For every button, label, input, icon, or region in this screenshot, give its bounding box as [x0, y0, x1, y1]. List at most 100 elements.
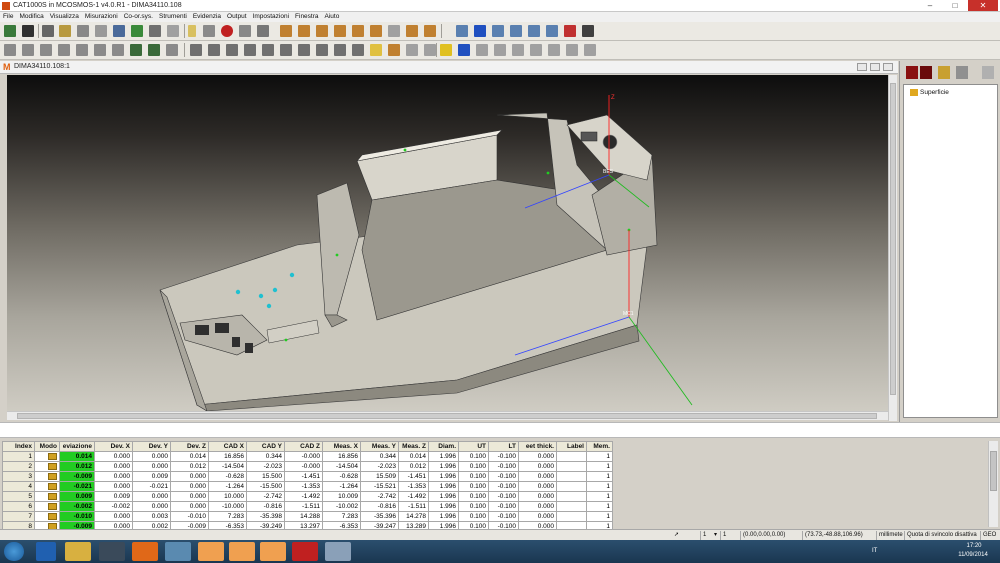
construct-icon[interactable]	[406, 44, 418, 56]
axis-icon[interactable]	[334, 25, 346, 37]
col-deviazione[interactable]: eviazione	[59, 441, 95, 452]
axis-icon[interactable]	[424, 25, 436, 37]
record-icon[interactable]	[906, 66, 918, 79]
rotate-icon[interactable]	[492, 25, 504, 37]
col-modo[interactable]: Modo	[34, 441, 60, 452]
help-icon[interactable]	[59, 25, 71, 37]
col-dev-z[interactable]: Dev. Z	[170, 441, 209, 452]
col-lt[interactable]: LT	[488, 441, 519, 452]
construct-icon[interactable]	[352, 44, 364, 56]
col-cad-y[interactable]: CAD Y	[246, 441, 285, 452]
point-icon[interactable]	[188, 25, 196, 37]
tolerance-icon[interactable]	[584, 44, 596, 56]
axis-icon[interactable]	[406, 25, 418, 37]
element-icon[interactable]	[76, 44, 88, 56]
table-row[interactable]: 5 0.009 0.009 0.000 0.000 10.000 -2.742 -1.492 1…	[2, 491, 613, 502]
hand-icon[interactable]	[938, 66, 950, 79]
machine-icon[interactable]	[113, 25, 125, 37]
axis-icon[interactable]	[316, 25, 328, 37]
col-mem[interactable]: Mem.	[586, 441, 613, 452]
mcosmos-icon[interactable]	[198, 542, 224, 561]
maximize-button[interactable]: □	[943, 0, 967, 11]
tolerance-icon[interactable]	[566, 44, 578, 56]
move-icon[interactable]	[474, 25, 486, 37]
program-icon[interactable]	[149, 25, 161, 37]
view-icon[interactable]	[456, 25, 468, 37]
col-ut[interactable]: UT	[458, 441, 489, 452]
mcosmos-icon[interactable]	[260, 542, 286, 561]
tolerance-icon[interactable]	[476, 44, 488, 56]
col-index[interactable]: Index	[2, 441, 35, 452]
cam-icon[interactable]	[325, 542, 351, 561]
probe-icon[interactable]	[95, 25, 107, 37]
table-row[interactable]: 3 -0.009 0.000 0.009 0.000 -0.628 15.500 -1.451…	[2, 471, 613, 482]
3d-viewport[interactable]: Z BES MC1	[7, 75, 888, 411]
tool-icon[interactable]	[77, 25, 89, 37]
element-icon[interactable]	[58, 44, 70, 56]
axis-icon[interactable]	[298, 25, 310, 37]
zoom-icon[interactable]	[510, 25, 522, 37]
fit-icon[interactable]	[528, 25, 540, 37]
pan-icon[interactable]	[546, 25, 558, 37]
construct-icon[interactable]	[298, 44, 310, 56]
construct-icon[interactable]	[370, 44, 382, 56]
close-button[interactable]: ✕	[968, 0, 998, 11]
media-icon[interactable]	[99, 542, 125, 561]
table-row[interactable]: 7 -0.010 0.000 0.003 -0.010 7.283 -35.398 14.28…	[2, 511, 613, 522]
doc-close-button[interactable]	[883, 63, 893, 71]
mcosmos-thumb-icon[interactable]	[165, 542, 191, 561]
element-icon[interactable]	[94, 44, 106, 56]
construct-icon[interactable]	[262, 44, 274, 56]
element-icon[interactable]	[40, 44, 52, 56]
feature-tree[interactable]: Superficie	[903, 84, 998, 418]
settings-icon[interactable]	[167, 25, 179, 37]
minimize-button[interactable]: –	[918, 0, 942, 11]
construct-icon[interactable]	[280, 44, 292, 56]
col-diam[interactable]: Diam.	[428, 441, 459, 452]
command-line[interactable]	[0, 422, 1000, 438]
element-icon[interactable]	[22, 44, 34, 56]
firefox-icon[interactable]	[132, 542, 158, 561]
center-icon[interactable]	[564, 25, 576, 37]
tolerance-icon[interactable]	[530, 44, 542, 56]
print-icon[interactable]	[42, 25, 54, 37]
col-label[interactable]: Label	[556, 441, 587, 452]
stop-icon[interactable]	[221, 25, 233, 37]
menu-misurazioni[interactable]: Misurazioni	[82, 12, 121, 22]
clipboard-icon[interactable]	[956, 66, 968, 79]
tolerance-icon[interactable]	[548, 44, 560, 56]
panel-scroll-icon[interactable]	[982, 66, 994, 79]
construct-icon[interactable]	[208, 44, 220, 56]
circle-icon[interactable]	[239, 25, 251, 37]
light-icon[interactable]	[582, 25, 594, 37]
measure-icon[interactable]	[131, 25, 143, 37]
mcosmos-icon[interactable]	[229, 542, 255, 561]
col-sheet-thick[interactable]: eet thick.	[518, 441, 557, 452]
menu-finestra[interactable]: Finestra	[292, 12, 321, 22]
table-row[interactable]: 1 0.014 0.000 0.000 0.014 16.856 0.344 -0.000 16…	[2, 451, 613, 462]
menu-visualizza[interactable]: Visualizza	[47, 12, 82, 22]
menu-coorsys[interactable]: Co-or.sys.	[121, 12, 156, 22]
menu-strumenti[interactable]: Strumenti	[156, 12, 190, 22]
tolerance-icon[interactable]	[494, 44, 506, 56]
element-icon[interactable]	[112, 44, 124, 56]
axis-icon[interactable]	[370, 25, 382, 37]
element-icon[interactable]	[148, 44, 160, 56]
folder-icon[interactable]	[65, 542, 91, 561]
align-icon[interactable]	[388, 25, 400, 37]
viewport-vertical-scrollbar[interactable]	[888, 75, 897, 421]
doc-restore-button[interactable]	[870, 63, 880, 71]
tolerance-icon[interactable]	[440, 44, 452, 56]
tolerance-icon[interactable]	[512, 44, 524, 56]
table-row[interactable]: 2 0.012 0.000 0.000 0.012 -14.504 -2.023 -0.000…	[2, 461, 613, 472]
element-icon[interactable]	[130, 44, 142, 56]
tolerance-icon[interactable]	[458, 44, 470, 56]
new-icon[interactable]	[4, 25, 16, 37]
play-icon[interactable]	[920, 66, 932, 79]
menu-file[interactable]: File	[0, 12, 16, 22]
start-button[interactable]	[4, 542, 24, 561]
construct-icon[interactable]	[226, 44, 238, 56]
clock-date[interactable]: 11/09/2014	[950, 552, 996, 558]
viewport-horizontal-scrollbar[interactable]	[7, 411, 888, 420]
table-row[interactable]: 6 -0.002 -0.002 0.000 0.000 -10.000 -0.816 -1.5…	[2, 501, 613, 512]
